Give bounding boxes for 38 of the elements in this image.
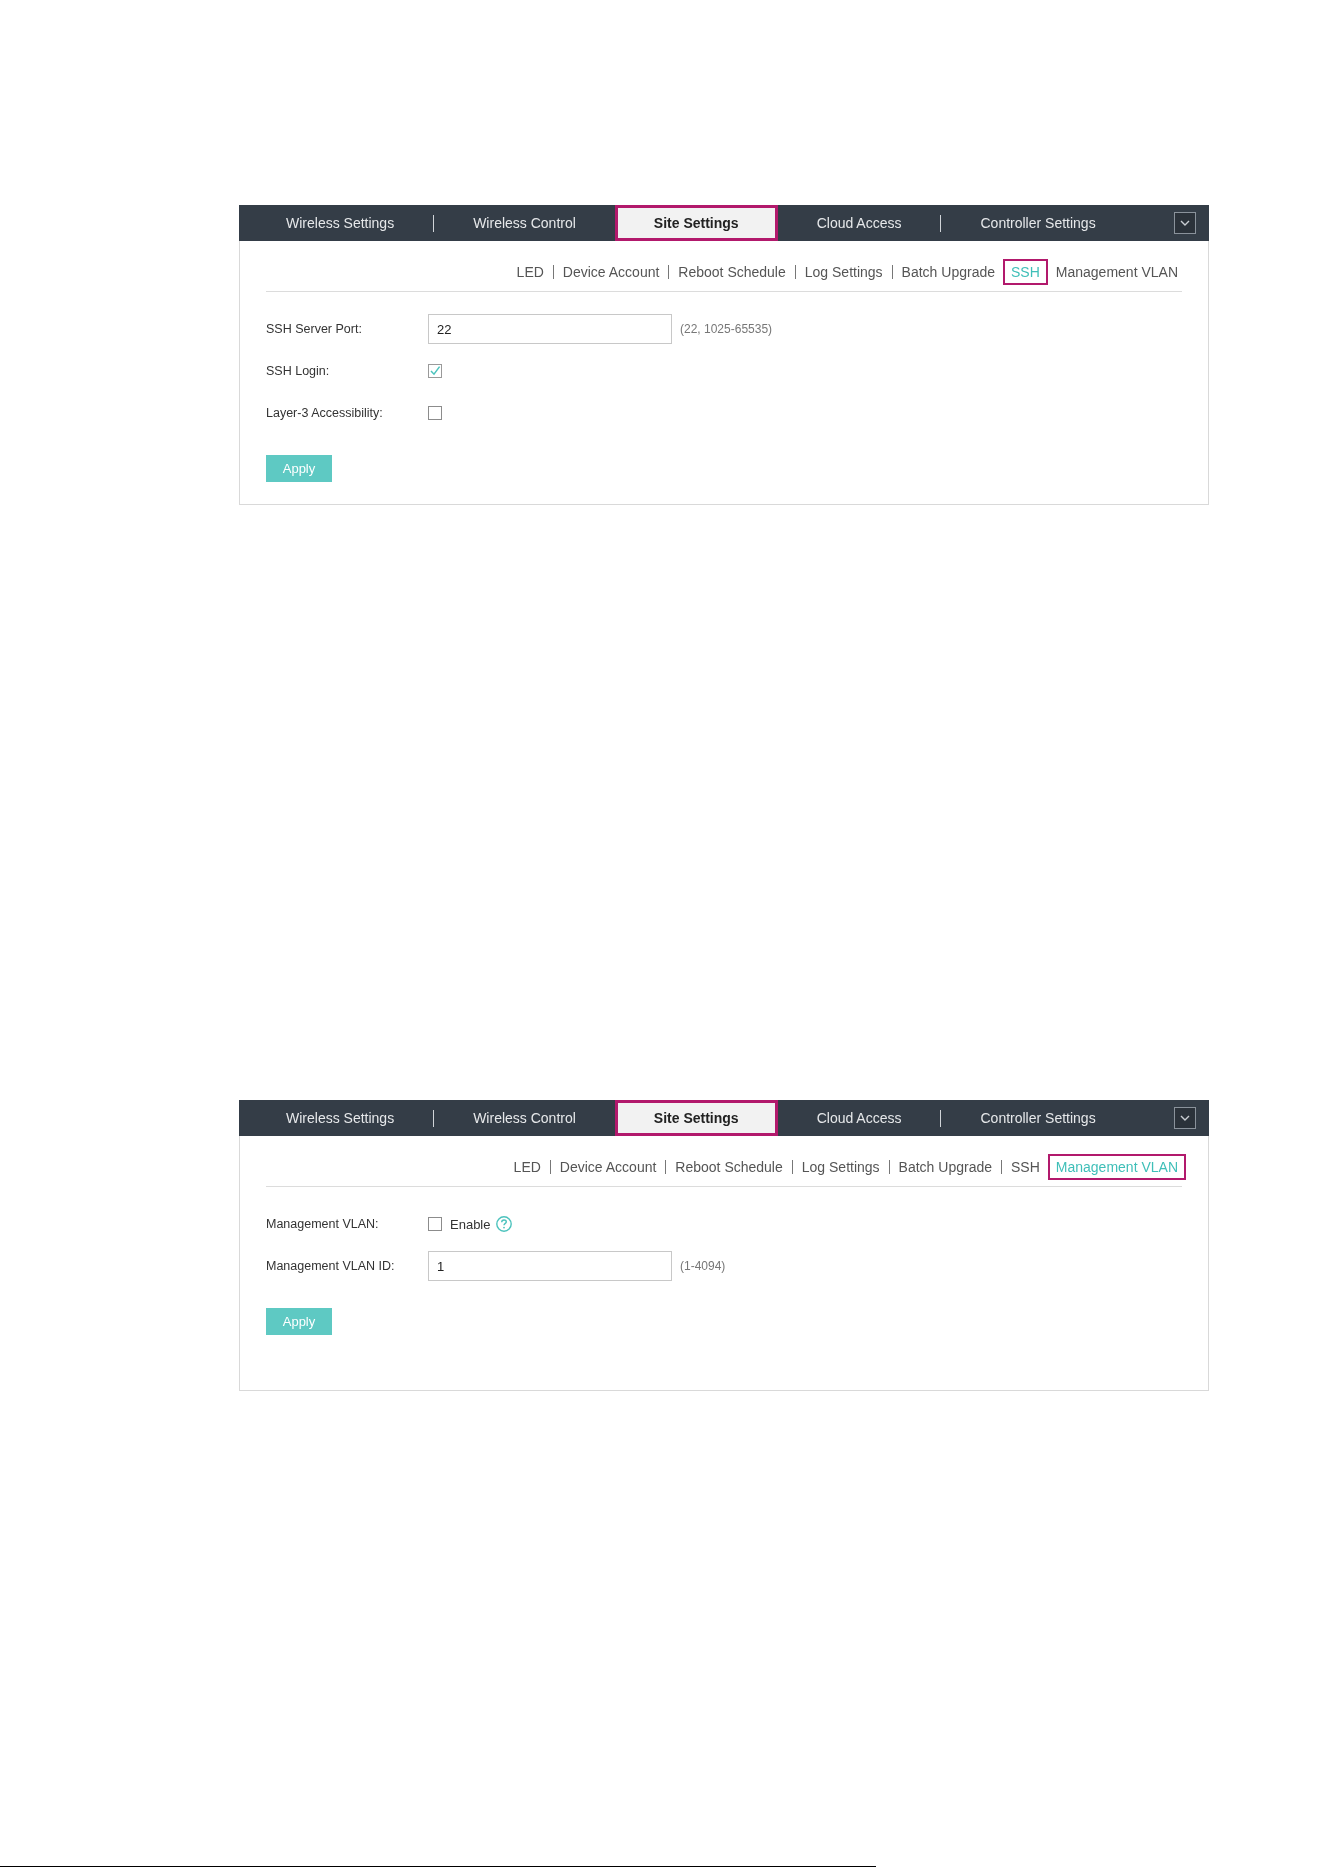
text-field[interactable]: 1: [428, 1251, 672, 1281]
field-label: SSH Login:: [266, 364, 331, 378]
subtab[interactable]: Reboot Schedule: [667, 1154, 791, 1180]
tab[interactable]: Site Settings: [614, 1100, 778, 1136]
field-label: Layer-3 Accessibility:: [266, 406, 384, 420]
chevron-down-icon[interactable]: [1174, 1107, 1196, 1129]
tab[interactable]: Controller Settings: [941, 205, 1135, 241]
tab[interactable]: Cloud Access: [777, 205, 941, 241]
subtab[interactable]: Log Settings: [796, 259, 891, 285]
subtab[interactable]: Batch Upgrade: [893, 259, 1003, 285]
range-hint: (1-4094): [680, 1259, 726, 1273]
field-label: Management VLAN ID:: [266, 1259, 396, 1273]
tab[interactable]: Cloud Access: [777, 1100, 941, 1136]
checkbox[interactable]: [428, 364, 442, 378]
subtab[interactable]: Device Account: [551, 1154, 665, 1180]
subtab[interactable]: SSH: [1003, 1154, 1048, 1180]
tab[interactable]: Wireless Settings: [247, 1100, 434, 1136]
subtab[interactable]: Log Settings: [793, 1154, 888, 1180]
help-icon[interactable]: [496, 1216, 513, 1232]
tab[interactable]: Controller Settings: [941, 1100, 1135, 1136]
text-field[interactable]: 22: [428, 314, 672, 344]
range-hint: (22, 1025-65535): [680, 322, 773, 336]
field-label: SSH Server Port:: [266, 322, 363, 336]
subtab[interactable]: LED: [508, 259, 552, 285]
checkbox[interactable]: [428, 406, 442, 420]
checkbox-label[interactable]: Enable: [450, 1216, 491, 1232]
subtab[interactable]: Reboot Schedule: [670, 259, 794, 285]
tab[interactable]: Wireless Settings: [247, 205, 434, 241]
tab[interactable]: Wireless Control: [434, 1100, 615, 1136]
subtab[interactable]: Management VLAN: [1047, 259, 1186, 285]
subtab[interactable]: Batch Upgrade: [890, 1154, 1000, 1180]
chevron-down-icon[interactable]: [1174, 212, 1196, 234]
tab[interactable]: Wireless Control: [434, 205, 615, 241]
checkbox[interactable]: [428, 1217, 442, 1231]
tab[interactable]: Site Settings: [614, 205, 778, 241]
field-label: Management VLAN:: [266, 1217, 380, 1231]
subtab[interactable]: Device Account: [554, 259, 668, 285]
subtab[interactable]: LED: [505, 1154, 549, 1180]
